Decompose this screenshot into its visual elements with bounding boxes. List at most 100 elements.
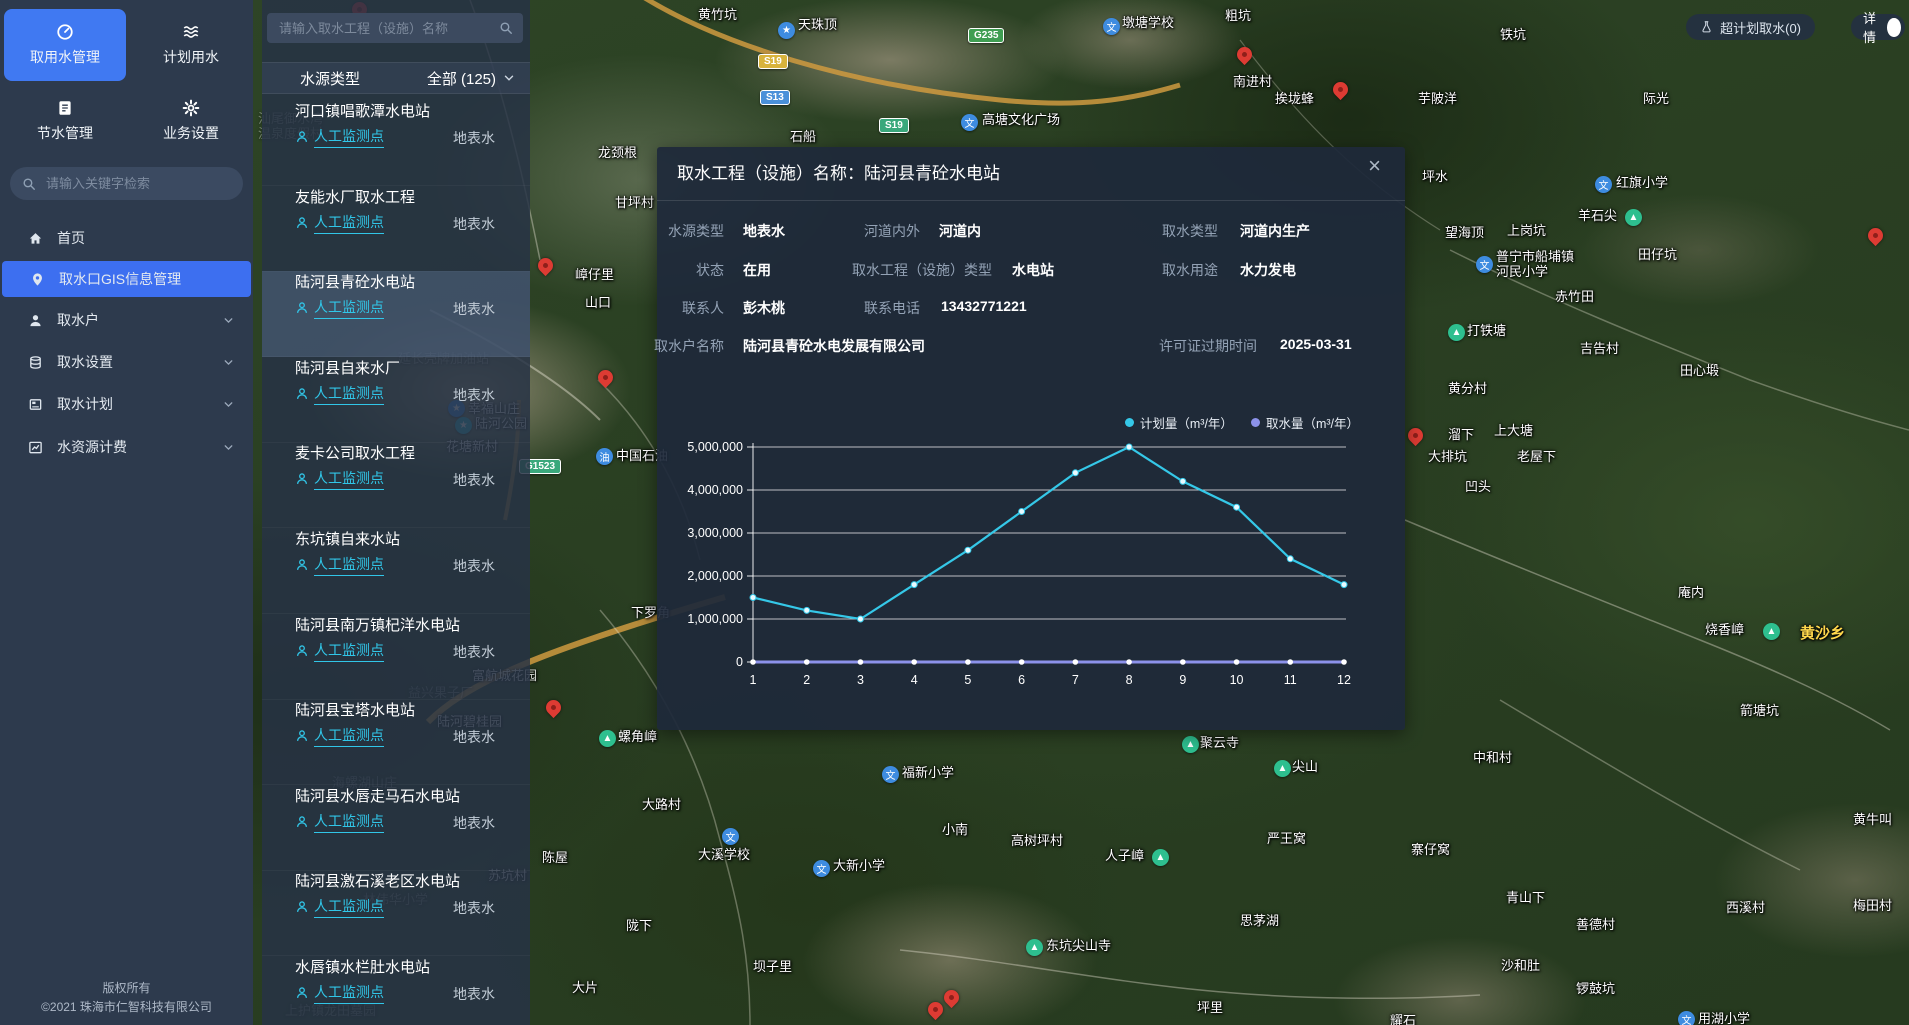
station-list-item[interactable]: 陆河县激石溪老区水电站人工监测点地表水 [262, 870, 530, 956]
filter-value[interactable]: 全部 (125) [427, 68, 496, 89]
person-icon [295, 986, 309, 1000]
svg-text:8: 8 [1126, 673, 1133, 687]
person-icon [295, 900, 309, 914]
station-list-item[interactable]: 水唇镇水栏肚水电站人工监测点地表水 [262, 956, 530, 1025]
map-poi-blue[interactable]: ★ [778, 22, 795, 39]
svg-text:4: 4 [911, 673, 918, 687]
monitor-type: 人工监测点 [295, 468, 384, 490]
station-name: 陆河县青砼水电站 [295, 271, 415, 292]
svg-text:12: 12 [1337, 673, 1351, 687]
map-poi-green[interactable]: ▲ [1274, 760, 1291, 777]
user-icon [28, 313, 43, 328]
chevron-down-icon [222, 398, 235, 411]
map-poi-blue[interactable]: 文 [1595, 176, 1612, 193]
map-poi-blue[interactable]: 文 [882, 766, 899, 783]
sidebar-item-label: 取水户 [57, 310, 99, 330]
home-icon [28, 231, 43, 246]
sidebar: 取用水管理计划用水节水管理业务设置 首页取水口GIS信息管理取水户取水设置取水计… [0, 0, 253, 1025]
monitor-type: 人工监测点 [295, 297, 384, 319]
sidebar-item-6[interactable]: 水资源计费 [0, 429, 253, 465]
monitor-type: 人工监测点 [295, 811, 384, 833]
sidebar-item-1[interactable]: 首页 [0, 220, 253, 256]
station-list-item[interactable]: 麦卡公司取水工程人工监测点地表水 [262, 442, 530, 528]
module-4[interactable]: 业务设置 [130, 85, 252, 157]
station-list-item[interactable]: 河口镇唱歌潭水电站人工监测点地表水 [262, 100, 530, 186]
person-icon [295, 558, 309, 572]
person-icon [295, 472, 309, 486]
toggle-knob[interactable] [1887, 18, 1901, 37]
search-icon [499, 21, 513, 35]
person-icon [295, 900, 309, 914]
svg-text:7: 7 [1072, 673, 1079, 687]
monitor-type: 人工监测点 [295, 725, 384, 747]
map-poi-green[interactable]: ▲ [1152, 849, 1169, 866]
module-label: 节水管理 [4, 123, 126, 143]
station-name: 友能水厂取水工程 [295, 186, 415, 207]
station-list-item[interactable]: 友能水厂取水工程人工监测点地表水 [262, 186, 530, 272]
station-name: 水唇镇水栏肚水电站 [295, 956, 430, 977]
search-icon [22, 177, 36, 191]
sidebar-item-label: 取水设置 [57, 352, 113, 372]
map-poi-green[interactable]: ▲ [1026, 939, 1043, 956]
chevron-down-icon [502, 71, 516, 85]
map-poi-green[interactable]: ▲ [599, 730, 616, 747]
station-list-item[interactable]: 陆河县青砼水电站人工监测点地表水 [262, 271, 530, 357]
person-icon [295, 729, 309, 743]
person-icon [295, 387, 309, 401]
map-poi-green[interactable]: ▲ [1763, 623, 1780, 640]
sidebar-item-4[interactable]: 取水设置 [0, 344, 253, 380]
map-poi-blue[interactable]: 文 [1476, 256, 1493, 273]
person-icon [295, 644, 309, 658]
station-name: 麦卡公司取水工程 [295, 442, 415, 463]
person-icon [295, 472, 309, 486]
copyright-line2: ©2021 珠海市仁智科技有限公司 [0, 998, 253, 1017]
map-poi-blue[interactable]: 油 [596, 448, 613, 465]
module-1[interactable]: 取用水管理 [4, 9, 126, 81]
person-icon [295, 301, 309, 315]
sidebar-search-input[interactable] [44, 175, 231, 192]
sidebar-item-2[interactable]: 取水口GIS信息管理 [2, 261, 251, 297]
svg-text:6: 6 [1018, 673, 1025, 687]
station-list-item[interactable]: 陆河县南万镇杞洋水电站人工监测点地表水 [262, 614, 530, 700]
station-search[interactable] [267, 13, 523, 43]
map-poi-blue[interactable]: 文 [722, 828, 739, 845]
sidebar-search[interactable] [10, 167, 243, 200]
svg-text:2,000,000: 2,000,000 [687, 569, 743, 583]
person-icon [295, 558, 309, 572]
module-2[interactable]: 计划用水 [130, 9, 252, 81]
map-poi-green[interactable]: ▲ [1448, 324, 1465, 341]
svg-text:5: 5 [964, 673, 971, 687]
water-source-type: 地表水 [453, 128, 495, 148]
over-plan-badge[interactable]: 超计划取水(0) [1686, 14, 1815, 40]
location-pin-icon [30, 272, 45, 287]
monitor-type: 人工监测点 [295, 212, 384, 234]
svg-text:1: 1 [750, 673, 757, 687]
sidebar-item-label: 取水计划 [57, 394, 113, 414]
station-list-item[interactable]: 东坑镇自来水站人工监测点地表水 [262, 528, 530, 614]
search-icon [499, 21, 513, 35]
station-list-item[interactable]: 陆河县自来水厂人工监测点地表水 [262, 357, 530, 443]
flask-icon [1700, 20, 1713, 34]
station-search-input[interactable] [277, 20, 491, 37]
water-source-filter[interactable]: 水源类型 全部 (125) [262, 62, 530, 94]
sidebar-item-5[interactable]: 取水计划 [0, 386, 253, 422]
detail-toggle[interactable]: 详情 [1851, 14, 1905, 40]
chevron-down-icon [222, 356, 235, 369]
water-source-type: 地表水 [453, 984, 495, 1004]
sidebar-item-3[interactable]: 取水户 [0, 302, 253, 338]
station-list-item[interactable]: 陆河县水唇走马石水电站人工监测点地表水 [262, 785, 530, 871]
svg-text:1,000,000: 1,000,000 [687, 612, 743, 626]
person-icon [295, 216, 309, 230]
person-icon [295, 644, 309, 658]
water-source-type: 地表水 [453, 813, 495, 833]
map-poi-blue[interactable]: 文 [813, 860, 830, 877]
station-list-item[interactable]: 陆河县宝塔水电站人工监测点地表水 [262, 699, 530, 785]
svg-text:10: 10 [1230, 673, 1244, 687]
module-3[interactable]: 节水管理 [4, 85, 126, 157]
map-poi-blue[interactable]: 文 [1103, 18, 1120, 35]
map-poi-green[interactable]: ▲ [1625, 209, 1642, 226]
map-poi-green[interactable]: ▲ [1182, 736, 1199, 753]
map-poi-blue[interactable]: 文 [961, 114, 978, 131]
close-icon[interactable]: × [1368, 155, 1381, 177]
map-poi-blue[interactable]: 文 [1678, 1011, 1695, 1025]
